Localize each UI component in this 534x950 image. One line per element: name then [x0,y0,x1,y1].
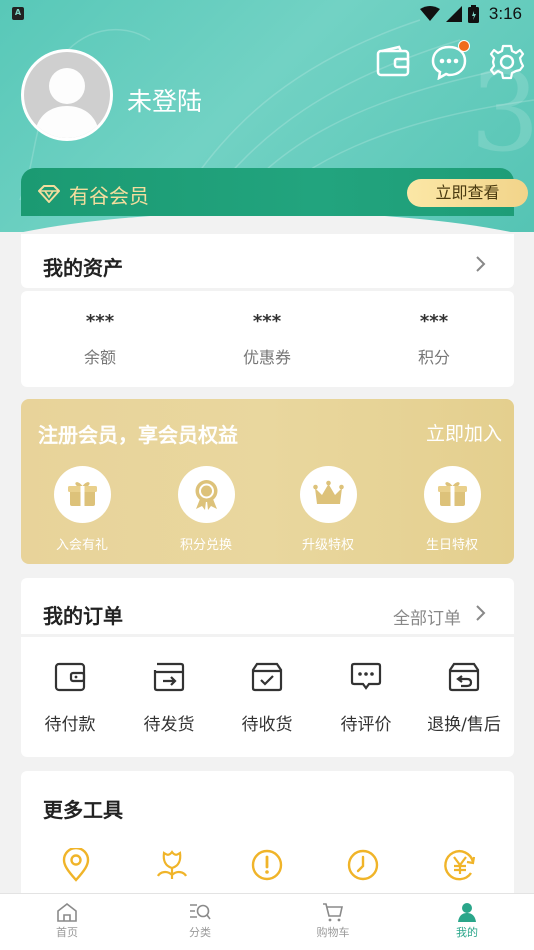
wifi-icon [419,6,440,21]
username[interactable]: 未登陆 [127,82,202,118]
bottom-tab-bar: 首页 分类 购物车 我的 [0,893,534,950]
notification-icon: A [12,7,24,20]
box-check-icon [251,662,283,692]
order-label[interactable]: 待评价 [317,710,415,735]
avatar[interactable] [21,49,113,141]
crown-icon [313,480,344,504]
join-now-link[interactable]: 立即加入 [426,419,502,446]
cart-icon [323,903,343,922]
perk-upgrade[interactable] [300,466,357,523]
location-icon[interactable] [59,848,93,882]
order-label[interactable]: 待付款 [21,710,119,735]
perk-label: 生日特权 [425,538,478,553]
balance-label[interactable]: 余额 [60,344,140,368]
flower-icon[interactable] [155,848,189,882]
assets-header[interactable]: 我的资产 [21,234,514,288]
yen-exchange-icon[interactable] [443,848,477,882]
member-benefits-banner: 注册会员，享会员权益 立即加入 入会有礼 积分兑换 升级特权 生日特权 [21,399,514,564]
status-bar: A 3:16 [0,0,534,28]
chevron-right-icon [476,605,486,621]
perk-label: 积分兑换 [179,538,232,553]
tab-label: 购物车 [316,926,350,939]
order-pending-review[interactable] [317,662,415,692]
points-label[interactable]: 积分 [394,344,474,368]
order-label[interactable]: 待发货 [120,710,218,735]
order-pending-receipt[interactable] [218,662,316,692]
gift-icon [68,482,97,506]
tab-cart[interactable]: 购物车 [266,894,400,950]
tools-title: 更多工具 [43,798,123,822]
battery-icon [467,5,479,23]
vip-view-button[interactable]: 立即查看 [407,179,528,207]
perk-join-gift[interactable] [54,466,111,523]
outbox-icon [153,662,185,692]
order-label[interactable]: 退换/售后 [415,710,513,735]
perk-label: 升级特权 [301,538,354,553]
return-icon [448,662,480,692]
signal-icon [445,6,462,22]
clock-icon[interactable] [346,848,380,882]
order-return-service[interactable] [415,662,513,692]
all-orders-link[interactable]: 全部订单 [393,604,461,629]
perk-birthday[interactable] [424,466,481,523]
tools-card: 更多工具 [21,771,514,911]
message-badge [458,40,470,52]
perk-label: 入会有礼 [55,538,108,553]
orders-row [21,637,514,757]
assets-values: *** 余额 *** 优惠券 *** 积分 [21,291,514,387]
tab-category[interactable]: 分类 [133,894,267,950]
user-icon [458,903,476,922]
default-avatar-icon [34,68,100,138]
orders-header[interactable]: 我的订单 全部订单 [21,578,514,634]
gift-icon [438,482,467,506]
settings-gear-icon[interactable] [489,44,525,80]
points-value[interactable]: *** [394,311,474,332]
assets-title: 我的资产 [43,256,123,280]
category-search-icon [190,904,211,920]
order-label[interactable]: 待收货 [218,710,316,735]
diamond-icon [38,185,60,203]
tab-label: 首页 [56,926,78,939]
order-pending-shipment[interactable] [120,662,218,692]
status-time: 3:16 [488,4,522,23]
perk-points-exchange[interactable] [178,466,235,523]
coupon-value[interactable]: *** [227,311,307,332]
tab-home[interactable]: 首页 [0,894,134,950]
medal-icon [195,480,218,510]
member-title: 注册会员，享会员权益 [38,423,238,447]
tab-label: 分类 [189,926,211,939]
coupon-label[interactable]: 优惠券 [227,344,307,368]
order-pending-payment[interactable] [21,662,119,692]
vip-label: 有谷会员 [69,184,149,208]
orders-title: 我的订单 [43,604,123,628]
tab-label: 我的 [456,926,478,939]
tab-mine[interactable]: 我的 [400,894,534,950]
home-icon [57,902,77,922]
comment-icon [350,662,382,690]
alert-icon[interactable] [250,848,284,882]
vip-banner[interactable]: 有谷会员 立即查看 [21,168,528,216]
wallet-icon[interactable] [375,44,411,80]
wallet-icon [54,662,86,692]
chevron-right-icon [476,256,486,272]
balance-value[interactable]: *** [60,311,140,332]
